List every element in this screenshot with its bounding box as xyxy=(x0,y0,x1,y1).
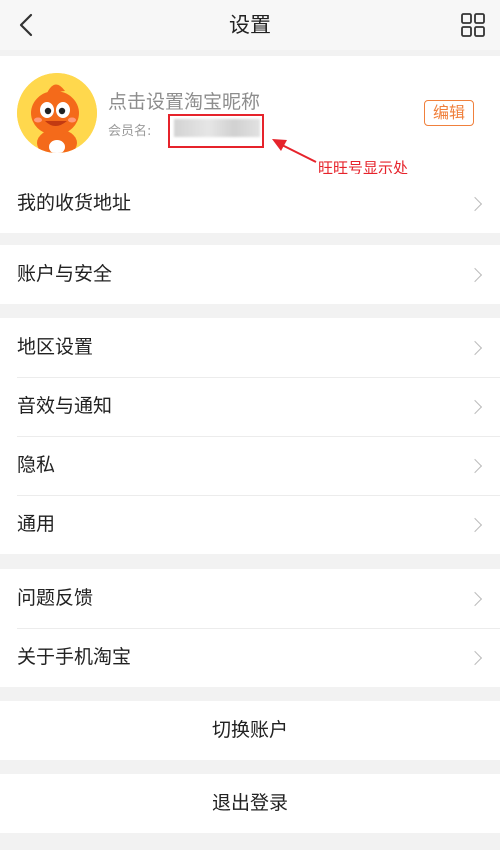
chevron-right-icon xyxy=(467,591,483,606)
avatar[interactable] xyxy=(17,73,97,153)
chevron-right-icon xyxy=(467,650,483,665)
grid-menu-button[interactable] xyxy=(460,12,486,38)
chevron-right-icon xyxy=(467,267,483,282)
setting-about[interactable]: 关于手机淘宝 xyxy=(0,628,500,687)
chevron-right-icon xyxy=(467,399,483,414)
edit-button[interactable]: 编辑 xyxy=(424,100,474,126)
chevron-right-icon xyxy=(467,458,483,473)
setting-label: 我的收货地址 xyxy=(17,192,132,214)
setting-label: 账户与安全 xyxy=(17,263,113,285)
settings-group-help: 问题反馈 关于手机淘宝 xyxy=(0,569,500,687)
profile-card[interactable]: 点击设置淘宝昵称 会员名: 编辑 xyxy=(0,56,500,174)
switch-account-button[interactable]: 切换账户 xyxy=(0,701,500,760)
annotation-arrow-icon xyxy=(272,139,317,163)
setting-feedback[interactable]: 问题反馈 xyxy=(0,569,500,628)
mascot-avatar-icon xyxy=(17,73,97,153)
logout-button[interactable]: 退出登录 xyxy=(0,774,500,833)
setting-shipping-address[interactable]: 我的收货地址 xyxy=(0,174,500,233)
member-name-label: 会员名: xyxy=(108,124,152,139)
setting-region[interactable]: 地区设置 xyxy=(0,318,500,377)
setting-account-security[interactable]: 账户与安全 xyxy=(0,245,500,304)
setting-label: 音效与通知 xyxy=(17,395,113,417)
page-title: 设置 xyxy=(229,13,271,37)
setting-label: 地区设置 xyxy=(17,336,94,358)
chevron-right-icon xyxy=(467,196,483,211)
setting-general[interactable]: 通用 xyxy=(0,495,500,554)
nav-bar: 设置 xyxy=(0,0,500,50)
chevron-right-icon xyxy=(467,517,483,532)
grid-icon xyxy=(461,13,485,37)
setting-label: 关于手机淘宝 xyxy=(17,646,132,668)
setting-sound-notifications[interactable]: 音效与通知 xyxy=(0,377,500,436)
settings-group-general: 地区设置 音效与通知 隐私 通用 xyxy=(0,318,500,554)
settings-group-address: 我的收货地址 xyxy=(0,174,500,233)
settings-group-account: 账户与安全 xyxy=(0,245,500,304)
setting-label: 隐私 xyxy=(17,454,56,476)
highlight-box xyxy=(168,114,264,148)
chevron-right-icon xyxy=(467,340,483,355)
setting-label: 通用 xyxy=(17,513,56,535)
nickname-prompt[interactable]: 点击设置淘宝昵称 xyxy=(108,87,260,114)
setting-privacy[interactable]: 隐私 xyxy=(0,436,500,495)
setting-label: 问题反馈 xyxy=(17,587,94,609)
